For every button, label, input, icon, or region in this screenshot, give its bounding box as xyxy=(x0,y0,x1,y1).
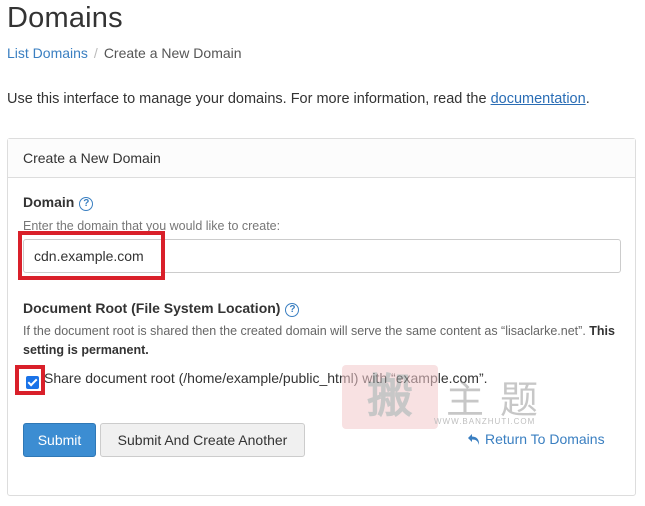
domain-label-row: Domain? xyxy=(23,194,94,211)
document-root-description: If the document root is shared then the … xyxy=(23,322,623,360)
document-root-label: Document Root (File System Location) xyxy=(23,300,281,316)
breadcrumb-list-domains-link[interactable]: List Domains xyxy=(7,45,88,61)
submit-and-create-another-button[interactable]: Submit And Create Another xyxy=(100,423,305,457)
share-document-root-checkbox[interactable] xyxy=(26,376,39,389)
documentation-link[interactable]: documentation xyxy=(491,91,586,107)
domain-label: Domain xyxy=(23,194,75,210)
undo-arrow-icon xyxy=(467,433,481,449)
breadcrumb-separator: / xyxy=(93,45,98,61)
intro-text-before: Use this interface to manage your domain… xyxy=(7,91,491,107)
create-domain-panel: Create a New Domain Domain? Enter the do… xyxy=(7,138,636,496)
panel-heading: Create a New Domain xyxy=(8,139,635,178)
intro-text-after: . xyxy=(585,91,590,107)
document-root-label-row: Document Root (File System Location)? xyxy=(23,300,300,317)
highlight-box-checkbox xyxy=(15,365,45,395)
watermark-url: WWW.BANZHUTI.COM xyxy=(434,417,536,426)
share-document-root-label[interactable]: Share document root (/home/example/publi… xyxy=(44,370,488,386)
return-to-domains-link[interactable]: Return To Domains xyxy=(467,431,605,449)
page: Domains List Domains / Create a New Domain… xyxy=(0,0,645,506)
return-to-domains-label: Return To Domains xyxy=(485,431,605,447)
breadcrumb-current: Create a New Domain xyxy=(103,45,242,61)
domain-hint: Enter the domain that you would like to … xyxy=(23,219,281,233)
breadcrumb: List Domains / Create a New Domain xyxy=(7,45,242,61)
question-circle-icon[interactable]: ? xyxy=(79,197,94,211)
submit-button[interactable]: Submit xyxy=(23,423,96,457)
document-root-description-text: If the document root is shared then the … xyxy=(23,324,586,338)
question-circle-icon[interactable]: ? xyxy=(285,303,300,317)
intro-text: Use this interface to manage your domain… xyxy=(7,91,590,107)
page-title: Domains xyxy=(7,2,123,34)
domain-input[interactable] xyxy=(23,239,621,273)
